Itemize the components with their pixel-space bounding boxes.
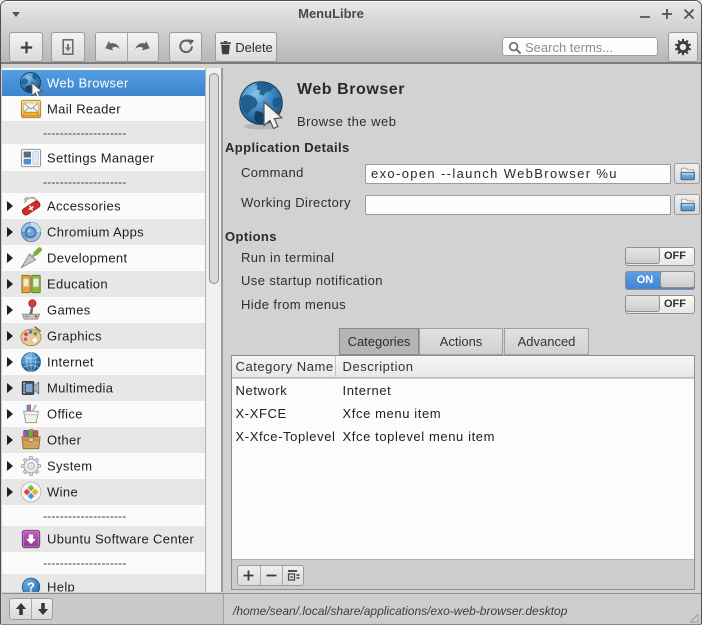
svg-text:?: ? [27, 580, 35, 592]
